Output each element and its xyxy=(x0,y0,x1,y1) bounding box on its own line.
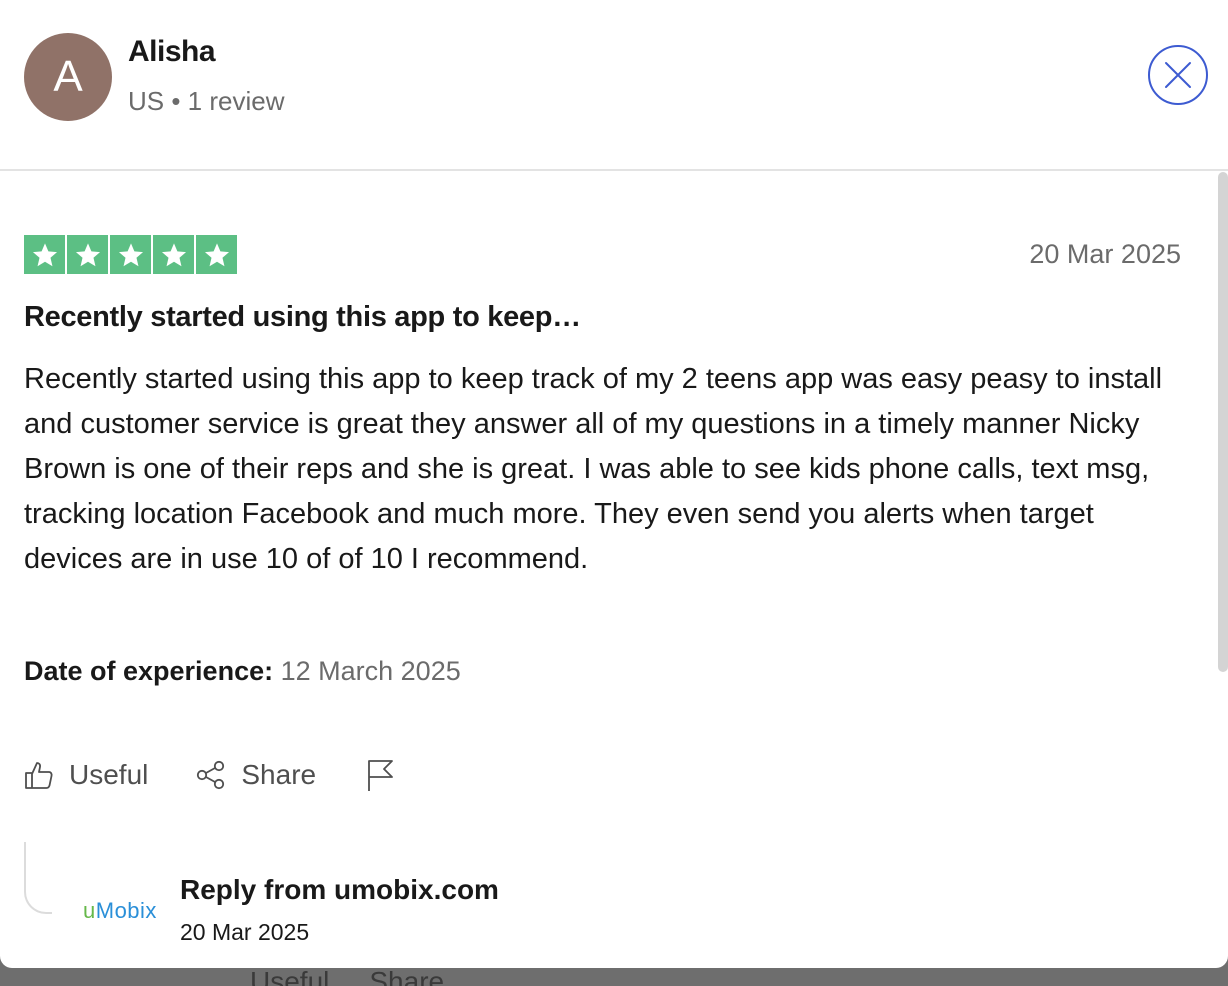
reply-date: 20 Mar 2025 xyxy=(180,919,310,945)
report-button[interactable] xyxy=(366,758,409,792)
star-box xyxy=(196,235,237,274)
flag-icon xyxy=(368,760,393,791)
close-icon xyxy=(1165,62,1191,88)
company-logo: uMobix xyxy=(83,898,157,924)
review-modal: A Alisha US • 1 review 20 Mar 2025 Recen… xyxy=(0,0,1228,968)
reply-title: Reply from umobix.com xyxy=(180,874,499,905)
star-box xyxy=(67,235,108,274)
scrollbar-thumb[interactable] xyxy=(1218,172,1228,672)
review-actions: Useful Share xyxy=(24,755,409,795)
star-rating xyxy=(24,235,237,274)
star-icon xyxy=(161,242,186,266)
share-label: Share xyxy=(241,759,317,790)
star-icon xyxy=(204,242,229,266)
review-date: 20 Mar 2025 xyxy=(1029,239,1181,269)
experience-label: Date of experience: xyxy=(24,656,274,686)
share-button[interactable]: Share xyxy=(196,759,316,791)
avatar[interactable]: A xyxy=(24,33,112,121)
background-page-actions: Useful Share xyxy=(250,966,444,986)
reviewer-header: A Alisha US • 1 review xyxy=(0,0,1228,171)
reviewer-name[interactable]: Alisha xyxy=(128,35,216,69)
star-box xyxy=(110,235,151,274)
date-of-experience: Date of experience: 12 March 2025 xyxy=(24,656,461,687)
logo-mobix: Mobix xyxy=(95,898,157,923)
thumbs-up-icon xyxy=(25,762,53,789)
review-title: Recently started using this app to keep… xyxy=(24,301,581,333)
star-box xyxy=(153,235,194,274)
background-share-label: Share xyxy=(369,966,445,986)
star-box xyxy=(24,235,65,274)
useful-button[interactable]: Useful xyxy=(24,759,148,791)
close-button[interactable] xyxy=(1148,45,1208,105)
logo-u: u xyxy=(83,898,96,923)
star-icon xyxy=(118,242,143,266)
experience-value: 12 March 2025 xyxy=(280,656,461,686)
share-icon xyxy=(197,760,225,790)
reviewer-meta: US • 1 review xyxy=(128,86,285,116)
star-icon xyxy=(75,242,100,266)
star-icon xyxy=(32,242,57,266)
review-body: Recently started using this app to keep … xyxy=(24,363,1163,575)
background-useful-label: Useful xyxy=(250,966,330,986)
useful-label: Useful xyxy=(69,759,149,790)
reply-connector xyxy=(24,842,52,914)
